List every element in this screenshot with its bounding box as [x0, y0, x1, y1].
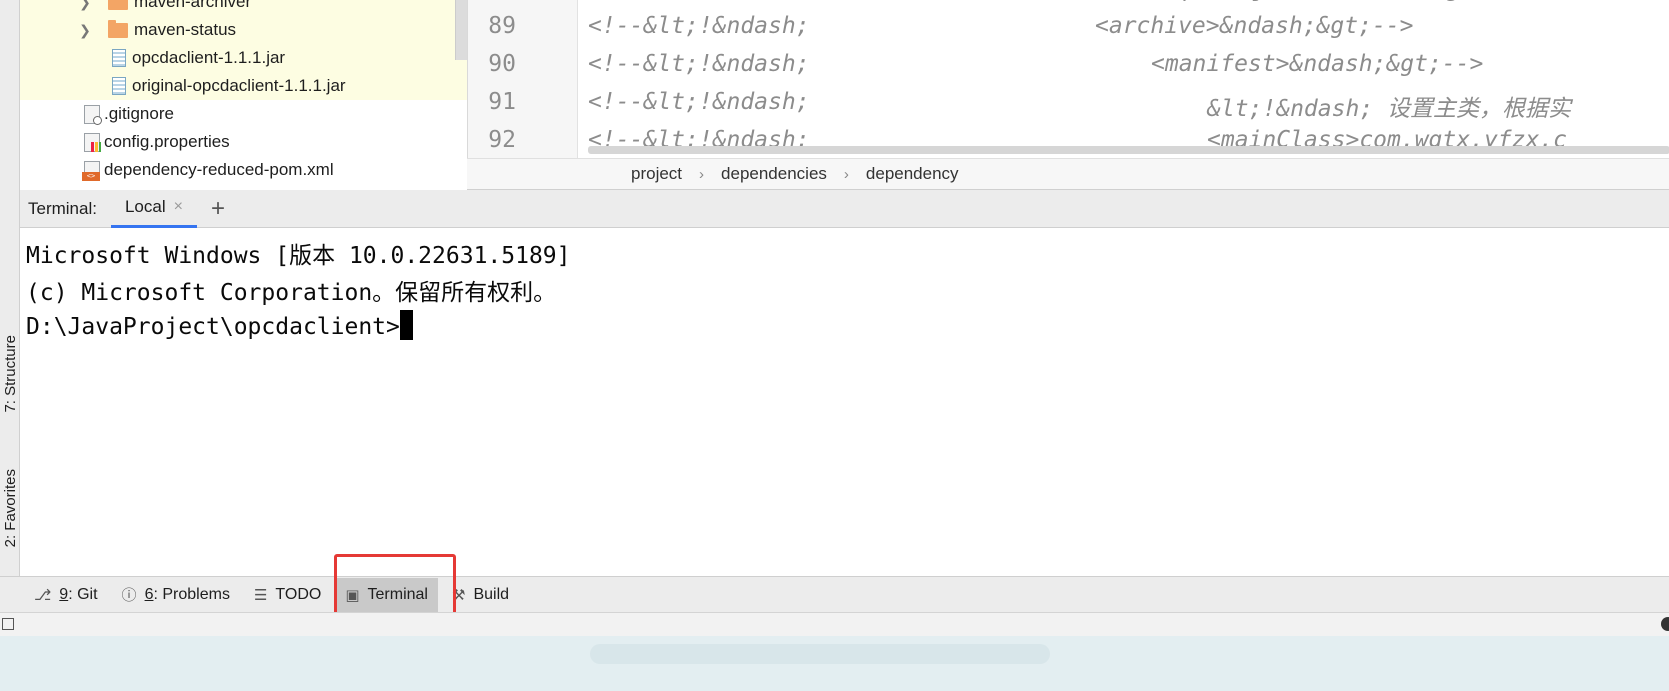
breadcrumb-item-dependencies[interactable]: dependencies — [721, 164, 827, 184]
chevron-right-icon: › — [843, 165, 849, 183]
line-number: 92 — [488, 127, 516, 153]
code-line: 90 <!--&lt;!&ndash; <manifest>&ndash;&gt… — [468, 51, 1669, 89]
code-line: 89 <!--&lt;!&ndash; <archive>&ndash;&gt;… — [468, 13, 1669, 51]
tool-label: : Git — [68, 585, 98, 603]
xml-file-icon: <> — [82, 160, 100, 181]
jar-file-icon — [112, 49, 126, 67]
status-bar — [0, 612, 1669, 636]
tree-item-label: original-opcdaclient-1.1.1.jar — [132, 76, 346, 95]
line-number: 91 — [488, 89, 516, 115]
gitignore-file-icon — [84, 104, 102, 125]
code-line: 91 <!--&lt;!&ndash; &lt;!&ndash; 设置主类，根据… — [468, 89, 1669, 127]
favorites-tool-tab[interactable]: 2: Favorites — [0, 452, 20, 564]
tool-label: : Problems — [153, 585, 230, 603]
tree-item-dependency-reduced-pom[interactable]: <> dependency-reduced-pom.xml — [20, 156, 467, 184]
breadcrumb-item-project[interactable]: project — [631, 164, 682, 184]
breadcrumb: project › dependencies › dependency — [467, 158, 1669, 190]
terminal-line: Microsoft Windows [版本 10.0.22631.5189] — [26, 243, 571, 269]
terminal-line: (c) Microsoft Corporation。保留所有权利。 — [26, 280, 557, 306]
tool-label: TODO — [275, 585, 322, 603]
terminal-output[interactable]: Microsoft Windows [版本 10.0.22631.5189] (… — [20, 228, 1669, 576]
project-tree: ❯ maven-archiver ❯ maven-status opcdacli… — [20, 0, 467, 190]
code-text: &lt;!&ndash; 设置主类，根据实 — [1207, 96, 1572, 122]
terminal-header: Terminal: Local × + — [20, 190, 1669, 228]
structure-tool-tab[interactable]: 7: Structure — [0, 318, 20, 430]
terminal-title: Terminal: — [28, 198, 97, 218]
structure-tab-label: 7: Structure — [1, 335, 19, 413]
favorites-tab-label: 2: Favorites — [1, 468, 19, 548]
taskbar-item — [590, 644, 1050, 664]
todo-list-icon: ☰ — [253, 586, 268, 604]
tree-item-jar[interactable]: opcdaclient-1.1.1.jar — [20, 44, 467, 72]
chevron-right-icon: › — [699, 165, 705, 183]
code-comment-prefix: <!--&lt;!&ndash; — [588, 51, 810, 77]
folder-icon — [108, 0, 128, 10]
code-text: <manifest>&ndash;&gt;--> — [1151, 51, 1484, 77]
tree-item-label: maven-status — [134, 20, 237, 39]
add-icon[interactable]: + — [211, 196, 225, 221]
breadcrumb-item-dependency[interactable]: dependency — [866, 164, 959, 184]
tool-label: Build — [473, 585, 510, 603]
code-comment-prefix: <!--&lt;!&ndash; — [588, 13, 810, 39]
line-number: 90 — [488, 51, 516, 77]
status-indicator-icon — [1661, 617, 1669, 631]
tab-local[interactable]: Local × — [110, 190, 197, 228]
tree-item-label: config.properties — [104, 132, 230, 151]
code-text: <archive>&ndash;&gt;--> — [1095, 13, 1414, 39]
git-branch-icon: ⎇ — [34, 586, 52, 604]
git-tool-button[interactable]: ⎇ 9: Git — [24, 578, 108, 612]
problems-tool-button[interactable]: ⓘ 6: Problems — [112, 578, 240, 612]
chevron-right-icon[interactable]: ❯ — [78, 0, 92, 11]
tree-item-label: maven-archiver — [134, 0, 252, 11]
tree-item-label: .gitignore — [104, 104, 174, 123]
tree-item-label: opcdaclient-1.1.1.jar — [132, 48, 286, 67]
todo-tool-button[interactable]: ☰ TODO — [244, 578, 331, 612]
tree-scrollbar[interactable] — [455, 0, 467, 60]
chevron-right-icon[interactable]: ❯ — [78, 22, 92, 39]
properties-file-icon — [84, 132, 101, 152]
close-icon[interactable]: × — [174, 198, 183, 216]
code-line-partial: ,/– ,/ p j , g — [468, 0, 1669, 14]
toggle-tool-windows-icon[interactable] — [2, 618, 14, 630]
text-cursor — [399, 310, 413, 340]
problems-icon: ⓘ — [121, 587, 137, 604]
folder-icon — [108, 19, 128, 38]
left-tool-strip: 7: Structure 2: Favorites — [0, 0, 20, 612]
code-comment-prefix: <!--&lt;!&ndash; — [588, 89, 810, 115]
terminal-prompt: D:\JavaProject\opcdaclient> — [26, 314, 400, 340]
tree-item-original-jar[interactable]: original-opcdaclient-1.1.1.jar — [20, 72, 467, 100]
tree-item-label: dependency-reduced-pom.xml — [104, 160, 334, 179]
line-number: 89 — [488, 13, 516, 39]
jar-file-icon — [112, 77, 126, 95]
tab-local-label: Local — [124, 197, 166, 216]
terminal-prompt-line[interactable]: D:\JavaProject\opcdaclient> — [26, 310, 413, 340]
tool-key: 6 — [144, 585, 154, 603]
tree-item-maven-archiver[interactable]: ❯ maven-archiver — [20, 0, 467, 16]
os-taskbar — [0, 636, 1669, 691]
tree-item-config-properties[interactable]: config.properties — [20, 128, 467, 156]
code-editor[interactable]: ,/– ,/ p j , g 89 <!--&lt;!&ndash; <arch… — [467, 0, 1669, 158]
tool-window-bar: ⎇ 9: Git ⓘ 6: Problems ☰ TODO ▣ Terminal… — [0, 576, 1669, 612]
tool-key: 9 — [59, 585, 69, 603]
tree-item-maven-status[interactable]: ❯ maven-status — [20, 16, 467, 44]
editor-horizontal-scrollbar[interactable] — [588, 146, 1669, 154]
tree-item-gitignore[interactable]: .gitignore — [20, 100, 467, 128]
